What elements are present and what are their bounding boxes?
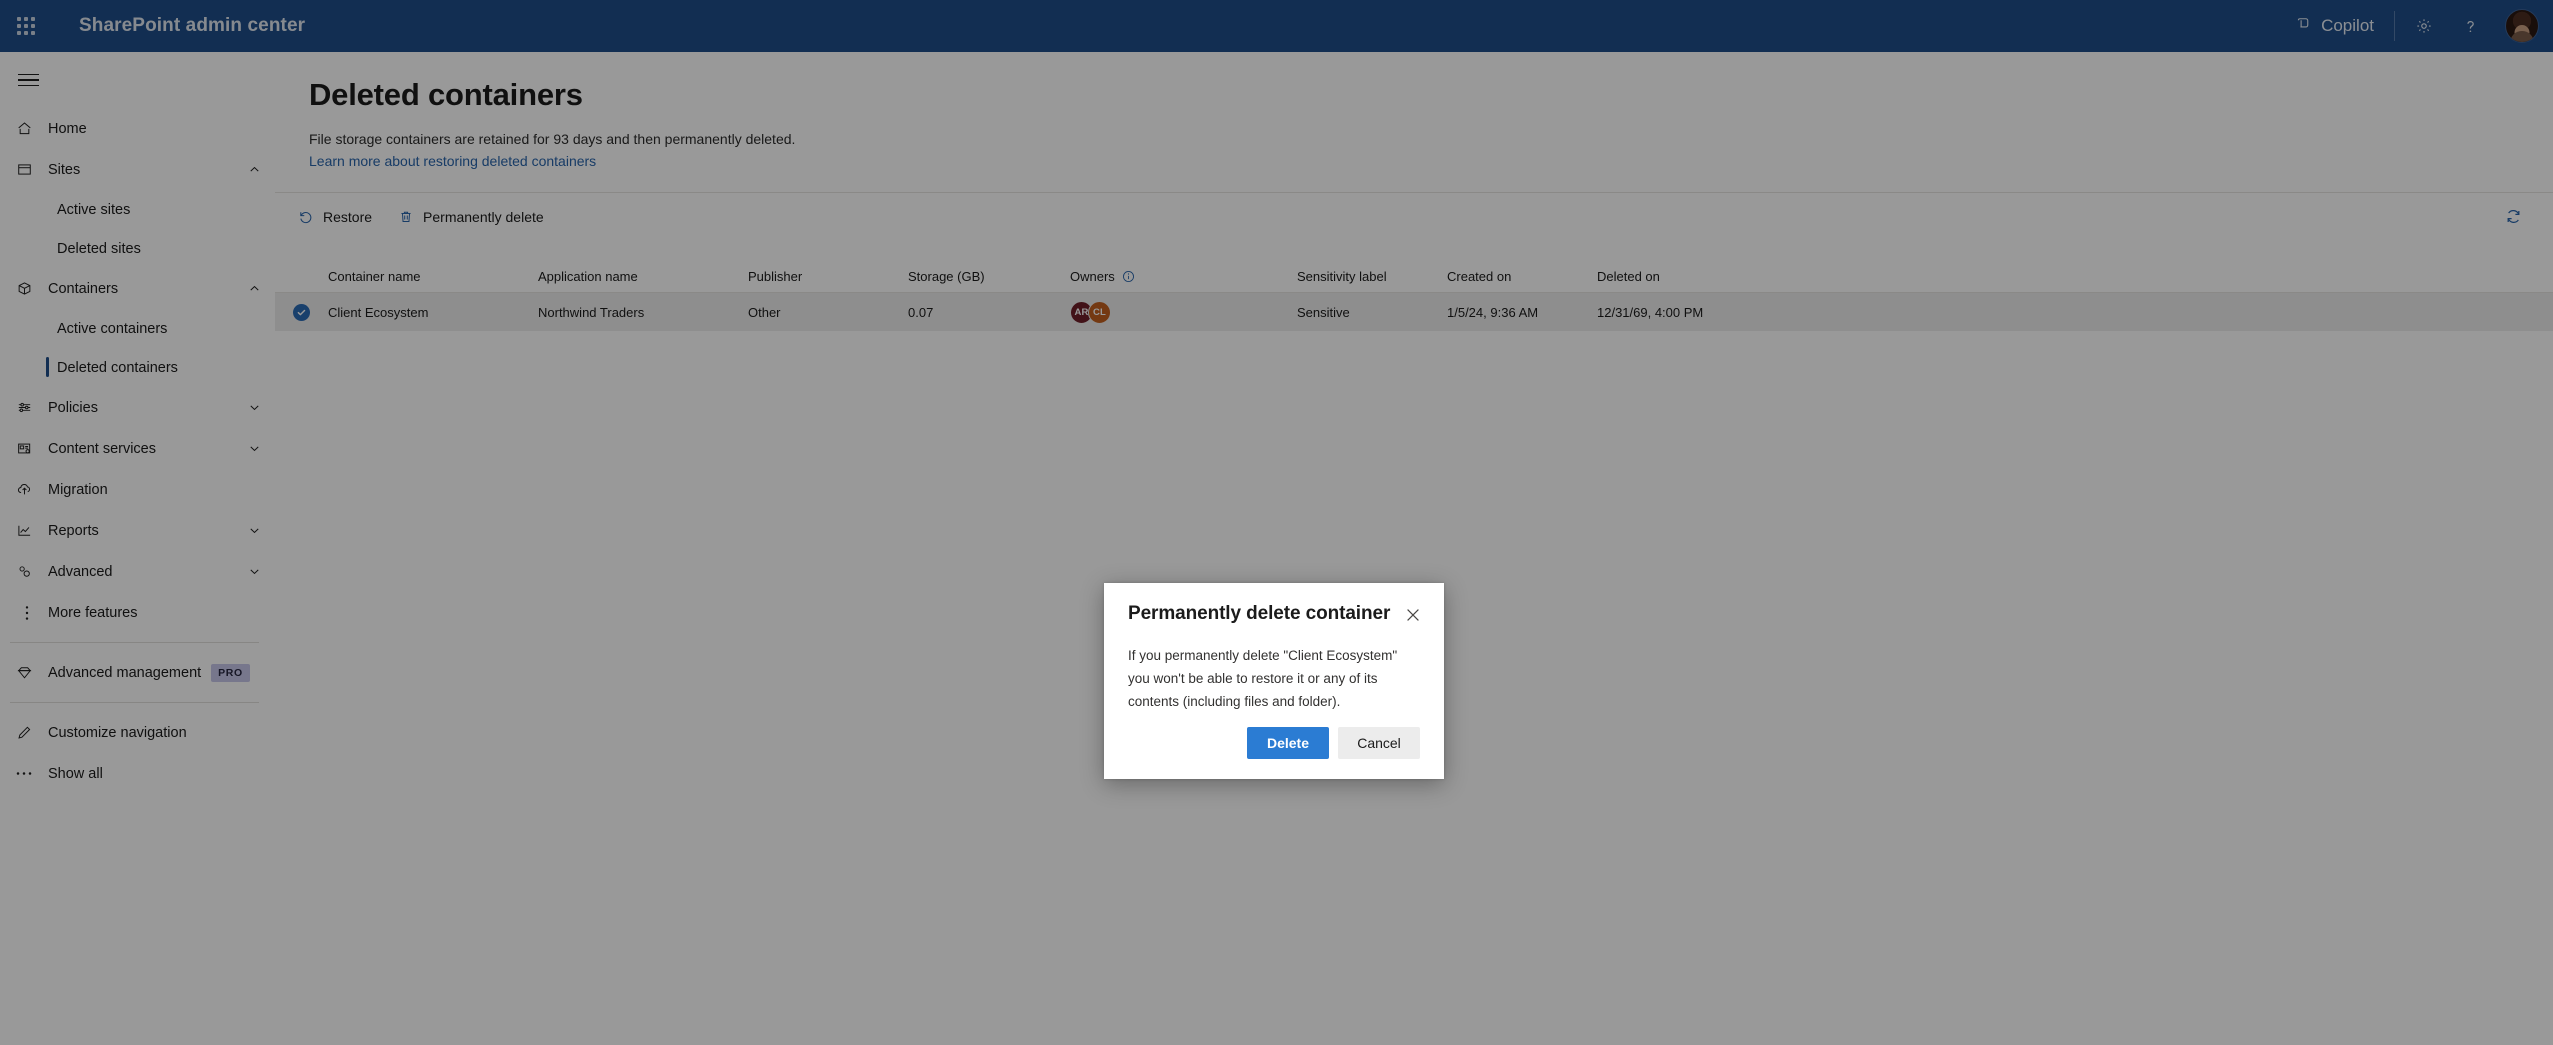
cancel-button[interactable]: Cancel (1338, 727, 1420, 759)
modal-overlay[interactable] (0, 0, 2553, 1045)
dialog-body-text: If you permanently delete "Client Ecosys… (1128, 648, 1398, 710)
dialog-title: Permanently delete container (1128, 603, 1391, 624)
permanently-delete-dialog: Permanently delete container If you perm… (1104, 583, 1444, 779)
close-icon[interactable] (1400, 602, 1426, 628)
delete-button[interactable]: Delete (1247, 727, 1329, 759)
dialog-actions: Delete Cancel (1128, 727, 1420, 759)
dialog-header: Permanently delete container (1128, 603, 1420, 628)
